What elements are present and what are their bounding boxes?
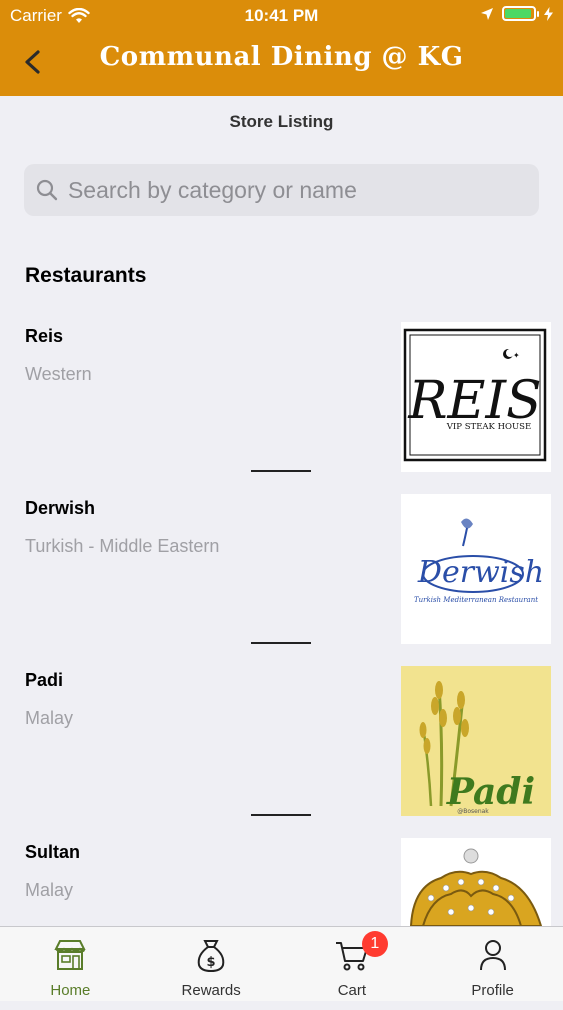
tab-bar: Home $ Rewards 1 Cart Profile <box>0 926 563 1001</box>
row-divider <box>251 470 311 472</box>
restaurant-row-derwish[interactable]: Derwish Turkish - Middle Eastern Derwish… <box>0 494 563 666</box>
status-time: 10:41 PM <box>244 6 319 25</box>
row-divider <box>251 642 311 644</box>
restaurant-category: Turkish - Middle Eastern <box>25 536 220 556</box>
status-right <box>480 6 553 21</box>
tab-label: Cart <box>337 982 367 999</box>
battery-nub <box>537 11 539 17</box>
top-bar: Carrier 10:41 PM Communal Dining @ KG <box>0 0 563 96</box>
cart-badge: 1 <box>361 931 388 957</box>
restaurant-row-padi[interactable]: Padi Malay Padi @Bosenak <box>0 666 563 838</box>
tab-label: Rewards <box>181 982 241 999</box>
restaurant-logo-padi[interactable]: Padi @Bosenak <box>401 666 551 816</box>
status-bar: Carrier 10:41 PM <box>0 0 563 32</box>
svg-text:$: $ <box>207 955 216 970</box>
logo-tagline: @Bosenak <box>457 808 489 815</box>
svg-text:✦: ✦ <box>513 351 520 360</box>
tab-home[interactable]: Home <box>0 927 141 1001</box>
restaurant-category: Malay <box>25 880 74 900</box>
search-input[interactable] <box>65 175 539 205</box>
tab-profile[interactable]: Profile <box>422 927 563 1001</box>
restaurant-logo-sultan[interactable] <box>401 838 551 926</box>
restaurant-logo-derwish[interactable]: Derwish Turkish Mediterranean Restaurant <box>401 494 551 644</box>
money-bag-icon: $ <box>197 940 225 973</box>
search-icon <box>36 179 58 201</box>
storefront-icon <box>54 940 86 970</box>
section-title: Restaurants <box>25 264 147 287</box>
logo-wordmark: Derwish <box>417 555 544 590</box>
row-divider <box>251 814 311 816</box>
restaurant-name: Sultan <box>25 842 81 862</box>
store-listing-heading: Store Listing <box>229 112 334 131</box>
logo-tagline: Turkish Mediterranean Restaurant <box>414 596 538 604</box>
page-title: Communal Dining @ KG <box>99 42 464 72</box>
location-arrow-icon <box>481 7 493 20</box>
restaurant-category: Malay <box>25 708 74 728</box>
restaurant-logo-reis[interactable]: ✦ REIS VIP STEAK HOUSE <box>401 322 551 472</box>
battery-icon <box>502 6 539 21</box>
tab-label: Profile <box>471 982 514 999</box>
tab-rewards[interactable]: $ Rewards <box>141 927 282 1001</box>
restaurant-row-reis[interactable]: Reis Western ✦ REIS VIP STEAK HOUSE <box>0 322 563 494</box>
logo-wordmark: Padi <box>446 771 535 813</box>
search-bar[interactable] <box>24 164 539 216</box>
tab-label: Home <box>50 982 91 999</box>
derwish-logo-image: Derwish Turkish Mediterranean Restaurant <box>401 494 551 644</box>
restaurant-category: Western <box>25 364 92 384</box>
battery-fill <box>505 9 531 18</box>
charging-bolt-icon <box>544 6 553 21</box>
crown-logo-image <box>401 838 551 926</box>
person-icon <box>479 940 506 971</box>
tab-cart[interactable]: 1 Cart <box>282 927 423 1001</box>
restaurant-name: Derwish <box>25 498 96 518</box>
logo-tagline: VIP STEAK HOUSE <box>446 422 531 432</box>
padi-logo-image: Padi @Bosenak <box>401 666 551 816</box>
restaurant-name: Padi <box>25 670 64 690</box>
reis-logo-image: ✦ REIS VIP STEAK HOUSE <box>403 328 547 462</box>
restaurant-name: Reis <box>25 326 64 346</box>
